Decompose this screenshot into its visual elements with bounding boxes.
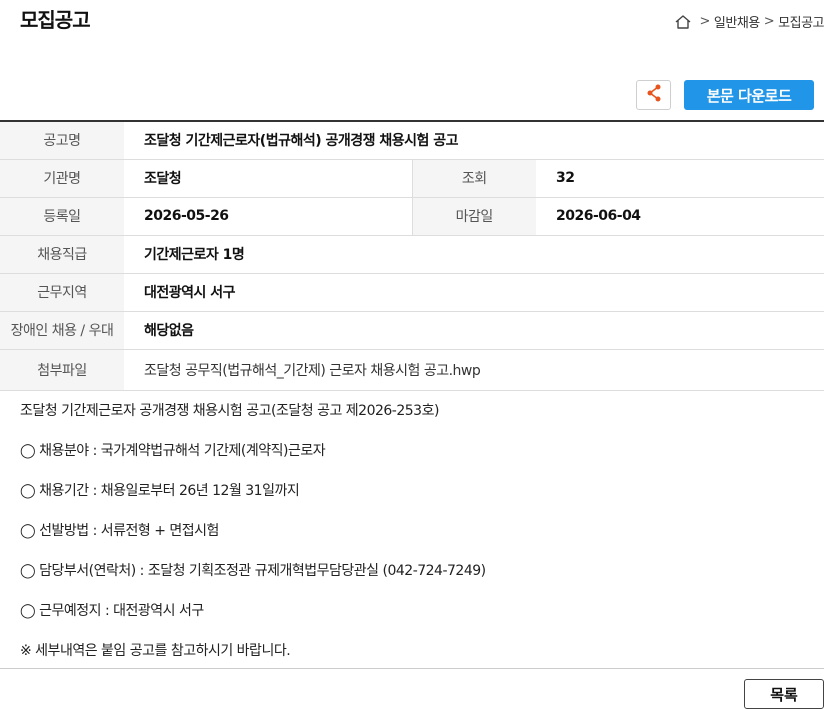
attachment-label: 첨부파일 — [0, 349, 124, 391]
table-row: 장애인 채용 / 우대 해당없음 — [0, 311, 824, 350]
body-line: ◯ 채용기간 : 채용일로부터 26년 12월 31일까지 — [20, 483, 300, 499]
body-line: ◯ 채용분야 : 국가계약법규해석 기간제(계약직)근로자 — [20, 443, 326, 459]
announcement-label: 공고명 — [0, 121, 124, 160]
registered-value: 2026-05-26 — [124, 197, 412, 236]
agency-value: 조달청 — [124, 159, 412, 198]
table-row: 기관명 조달청 조회 32 — [0, 159, 824, 198]
deadline-value: 2026-06-04 — [536, 197, 824, 236]
breadcrumb-item-general-recruit[interactable]: 일반채용 — [714, 12, 760, 31]
body-line: 조달청 기간제근로자 공개경쟁 채용시험 공고(조달청 공고 제2026-253… — [20, 403, 439, 419]
breadcrumb-separator: > — [699, 14, 711, 29]
deadline-label: 마감일 — [411, 197, 536, 236]
page-title: 모집공고 — [20, 8, 91, 32]
divider — [0, 668, 824, 669]
body-line: ◯ 담당부서(연락처) : 조달청 기획조정관 규제개혁법무담당관실 (042-… — [20, 563, 486, 579]
list-button[interactable]: 목록 — [744, 679, 824, 709]
notice-body: 조달청 기간제근로자 공개경쟁 채용시험 공고(조달청 공고 제2026-253… — [20, 400, 810, 680]
table-row: 첨부파일 조달청 공무직(법규해석_기간제) 근로자 채용시험 공고.hwp — [0, 349, 824, 391]
position-label: 채용직급 — [0, 235, 124, 274]
share-button[interactable] — [636, 80, 671, 110]
body-line: ◯ 선발방법 : 서류전형 + 면접시험 — [20, 523, 219, 539]
location-label: 근무지역 — [0, 273, 124, 312]
agency-label: 기관명 — [0, 159, 124, 198]
home-icon[interactable] — [674, 14, 692, 30]
disability-value: 해당없음 — [124, 311, 824, 350]
table-row: 근무지역 대전광역시 서구 — [0, 273, 824, 312]
disability-label: 장애인 채용 / 우대 — [0, 311, 124, 350]
table-row: 채용직급 기간제근로자 1명 — [0, 235, 824, 274]
body-line: ◯ 근무예정지 : 대전광역시 서구 — [20, 603, 204, 619]
views-value: 32 — [536, 159, 824, 198]
notice-info-table: 공고명 조달청 기간제근로자(법규해석) 공개경쟁 채용시험 공고 기관명 조달… — [0, 120, 824, 391]
breadcrumb-item-recruit-notice[interactable]: 모집공고 — [778, 12, 824, 31]
location-value: 대전광역시 서구 — [124, 273, 824, 312]
share-icon — [646, 84, 662, 106]
position-value: 기간제근로자 1명 — [124, 235, 824, 274]
breadcrumb: > 일반채용 > 모집공고 — [674, 12, 824, 31]
download-button[interactable]: 본문 다운로드 — [684, 80, 814, 110]
table-row: 등록일 2026-05-26 마감일 2026-06-04 — [0, 197, 824, 236]
views-label: 조회 — [411, 159, 536, 198]
table-row: 공고명 조달청 기간제근로자(법규해석) 공개경쟁 채용시험 공고 — [0, 121, 824, 160]
breadcrumb-separator: > — [763, 14, 775, 29]
announcement-value: 조달청 기간제근로자(법규해석) 공개경쟁 채용시험 공고 — [124, 121, 824, 160]
body-line: ※ 세부내역은 붙임 공고를 참고하시기 바랍니다. — [20, 643, 291, 659]
registered-label: 등록일 — [0, 197, 124, 236]
attachment-link[interactable]: 조달청 공무직(법규해석_기간제) 근로자 채용시험 공고.hwp — [124, 349, 824, 391]
